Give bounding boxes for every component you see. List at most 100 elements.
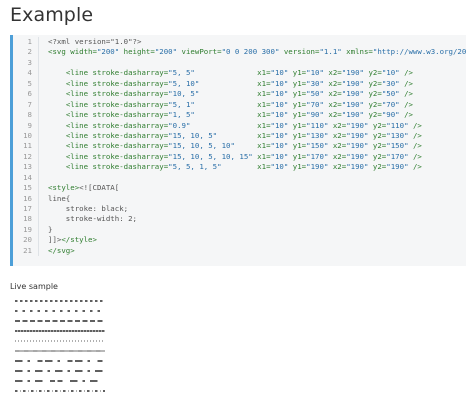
code-token: x1= bbox=[257, 89, 271, 99]
code-token: /> bbox=[412, 151, 422, 161]
code-token: "5, 10" bbox=[168, 78, 258, 88]
code-token: y1= bbox=[292, 151, 307, 161]
code-token: "70" bbox=[381, 99, 405, 109]
code-token: stroke-dasharray= bbox=[92, 110, 169, 120]
code-line: 20]]></style> bbox=[13, 235, 466, 246]
code-text: </svg> bbox=[39, 246, 466, 256]
code-text: stroke: black; bbox=[39, 204, 466, 214]
code-token: "150" bbox=[386, 141, 413, 151]
code-token: y1= bbox=[292, 141, 307, 151]
code-token: "130" bbox=[386, 130, 413, 140]
code-line: 1 <?xml version="1.0"?> bbox=[13, 37, 466, 48]
code-token: x1= bbox=[257, 130, 271, 140]
code-token: x1= bbox=[257, 151, 271, 161]
code-token: x2= bbox=[328, 110, 342, 120]
code-token: /> bbox=[412, 141, 422, 151]
code-token: y1= bbox=[292, 89, 307, 99]
line-number: 7 bbox=[13, 99, 39, 111]
code-line: 19} bbox=[13, 224, 466, 236]
code-token: stroke-dasharray= bbox=[92, 78, 169, 88]
code-token: stroke-dasharray= bbox=[92, 68, 169, 78]
code-token: <line bbox=[65, 89, 93, 99]
code-token: xmlns= bbox=[346, 47, 373, 57]
code-token: stroke-dasharray= bbox=[92, 130, 169, 140]
code-token: "50" bbox=[306, 89, 329, 99]
code-token: "10" bbox=[270, 99, 293, 109]
code-token: "190" bbox=[341, 99, 369, 109]
code-token: "10" bbox=[270, 130, 293, 140]
code-token: stroke-dasharray= bbox=[92, 89, 169, 99]
line-number: 10 bbox=[13, 130, 39, 142]
code-token: <line bbox=[65, 141, 93, 151]
code-token: y1= bbox=[292, 110, 307, 120]
code-token: <line bbox=[65, 99, 93, 109]
line-number: 19 bbox=[13, 224, 39, 236]
code-token: "http://www.w3.org/2000/svg" bbox=[372, 47, 466, 57]
code-token: /> bbox=[412, 162, 422, 172]
code-token: x1= bbox=[257, 110, 271, 120]
code-token: "1, 5" bbox=[168, 110, 258, 120]
code-token: "10" bbox=[270, 151, 293, 161]
code-token: "190" bbox=[386, 162, 413, 172]
code-token: y2= bbox=[372, 141, 387, 151]
code-token: x2= bbox=[332, 141, 347, 151]
code-text: <line stroke-dasharray="15, 10, 5, 10" x… bbox=[39, 141, 466, 151]
code-line: 13 <line stroke-dasharray="5, 5, 1, 5" x… bbox=[13, 162, 466, 173]
code-line: 6 <line stroke-dasharray="10, 5" x1="10"… bbox=[13, 89, 466, 100]
code-text: <line stroke-dasharray="15, 10, 5" x1="1… bbox=[39, 131, 466, 141]
code-text: <style><![CDATA[ bbox=[39, 183, 466, 193]
code-line: 14 bbox=[13, 172, 466, 184]
code-token: "90" bbox=[381, 110, 405, 120]
code-token: </svg> bbox=[48, 245, 75, 255]
line-number: 2 bbox=[13, 47, 39, 58]
code-token: "10" bbox=[270, 110, 293, 120]
code-line: 8 <line stroke-dasharray="1, 5" x1="10" … bbox=[13, 110, 466, 121]
code-line: 4 <line stroke-dasharray="5, 5" x1="10" … bbox=[13, 68, 466, 79]
code-token: "0.9" bbox=[168, 120, 258, 130]
code-line: 18 stroke-width: 2; bbox=[13, 214, 466, 225]
code-token: y1= bbox=[292, 130, 307, 140]
code-token: "200" bbox=[154, 47, 182, 57]
line-number: 14 bbox=[13, 172, 39, 184]
code-token: "110" bbox=[386, 120, 413, 130]
code-token: <line bbox=[65, 110, 93, 120]
code-token: /> bbox=[404, 78, 413, 88]
code-token: "10, 5" bbox=[168, 89, 258, 99]
code-token: <?xml version="1.0"?> bbox=[48, 37, 142, 46]
code-token: "170" bbox=[386, 151, 413, 161]
code-token: width= bbox=[70, 47, 97, 57]
code-token: x1= bbox=[257, 78, 271, 88]
code-token: "10" bbox=[270, 162, 293, 172]
code-token: <style> bbox=[48, 183, 80, 193]
code-token: "15, 10, 5, 10" bbox=[168, 141, 258, 151]
code-block: 1 <?xml version="1.0"?> 2 <svg width="200" … bbox=[10, 35, 466, 266]
code-token: "50" bbox=[381, 89, 405, 99]
code-token: y2= bbox=[372, 120, 387, 130]
code-token: </style> bbox=[61, 235, 97, 245]
code-token: "190" bbox=[306, 162, 333, 172]
line-number: 6 bbox=[13, 89, 39, 100]
code-token: "190" bbox=[346, 162, 373, 172]
code-token: <line bbox=[65, 120, 93, 130]
code-token: y1= bbox=[292, 120, 307, 130]
code-token: "70" bbox=[306, 99, 329, 109]
code-line: 10 <line stroke-dasharray="15, 10, 5" x1… bbox=[13, 130, 466, 142]
code-line: 2 <svg width="200" height="200" viewPort=… bbox=[13, 47, 466, 58]
code-token: x2= bbox=[332, 151, 347, 161]
code-text: <line stroke-dasharray="5, 1" x1="10" y1… bbox=[39, 100, 466, 110]
code-token: y1= bbox=[292, 99, 307, 109]
code-line: 16 line{ bbox=[13, 193, 466, 204]
line-number: 3 bbox=[13, 57, 39, 69]
code-token: y2= bbox=[368, 110, 382, 120]
code-token: <line bbox=[65, 68, 93, 78]
code-token: line{ bbox=[48, 193, 71, 203]
code-token: y1= bbox=[292, 162, 307, 172]
